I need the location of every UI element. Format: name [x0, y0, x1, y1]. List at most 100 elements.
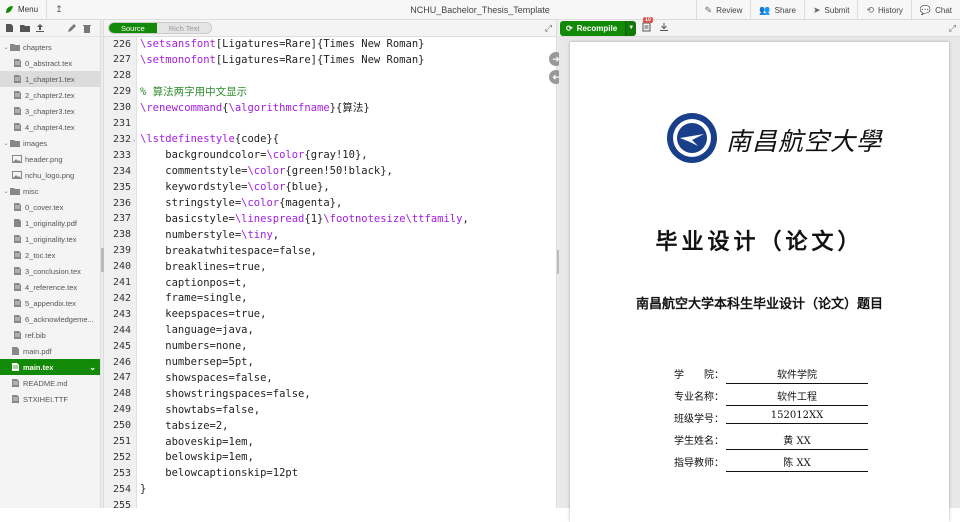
file-item[interactable]: 3_conclusion.tex	[0, 263, 100, 279]
file-label: 1_chapter1.tex	[25, 74, 75, 84]
chevron-down-icon[interactable]: ⌄	[2, 188, 10, 195]
file-item[interactable]: main.tex ⌄	[0, 359, 100, 375]
topbar-button-label: History	[877, 5, 903, 15]
code-text: belowskip=1em,	[140, 451, 254, 464]
cover-info-value: 陈 XX	[726, 454, 868, 472]
file-item[interactable]: 2_toc.tex	[0, 247, 100, 263]
line-number: 231	[112, 118, 131, 129]
code-text: showspaces=false,	[140, 371, 273, 384]
code-line: 233 backgroundcolor=\color{gray!10},	[104, 147, 556, 163]
cover-info-row: 班级学号： 152012XX	[674, 406, 874, 428]
file-icon	[12, 251, 22, 259]
recompile-dropdown-icon[interactable]: ▼	[625, 20, 637, 36]
file-menu-chevron-icon[interactable]: ⌄	[89, 363, 96, 372]
file-item[interactable]: ref.bib	[0, 327, 100, 343]
file-item[interactable]: STXIHEI.TTF	[0, 391, 100, 407]
code-text: \setsansfont[Ligatures=Rare]{Times New R…	[140, 38, 425, 50]
file-label: misc	[23, 186, 39, 196]
code-line: 235 keywordstyle=\color{blue},	[104, 179, 556, 195]
file-item[interactable]: 4_chapter4.tex	[0, 119, 100, 135]
file-icon	[12, 283, 22, 291]
chevron-down-icon[interactable]: ⌄	[2, 44, 10, 51]
file-item[interactable]: nchu_logo.png	[0, 167, 100, 183]
image-file-icon	[12, 155, 22, 163]
folder-item[interactable]: ⌄ images	[0, 135, 100, 151]
pdf-file-icon	[12, 219, 22, 227]
file-item[interactable]: 4_reference.tex	[0, 279, 100, 295]
share-button[interactable]: 👥 Share	[750, 0, 804, 20]
file-icon	[12, 107, 22, 115]
recompile-button[interactable]: ⟳ Recompile	[560, 20, 626, 36]
file-item[interactable]: 0_abstract.tex	[0, 55, 100, 71]
editor-mode-toggle: Source Rich Text	[108, 22, 213, 34]
file-item[interactable]: 1_originality.tex	[0, 231, 100, 247]
folder-item[interactable]: ⌄ chapters	[0, 39, 100, 55]
pdf-toolbar: ⟳ Recompile ▼ 10 ⤢	[559, 17, 960, 37]
source-toggle[interactable]: Source	[109, 23, 157, 33]
file-label: 3_chapter3.tex	[25, 106, 75, 116]
rename-icon[interactable]	[66, 23, 77, 34]
line-number: 253	[112, 467, 131, 479]
review-button[interactable]: ✎ Review	[695, 0, 751, 20]
topbar-button-label: Submit	[824, 5, 850, 15]
cover-info-row: 专业名称： 软件工程	[674, 384, 874, 406]
logs-icon[interactable]: 10	[642, 17, 653, 34]
file-label: 0_cover.tex	[25, 202, 64, 212]
download-pdf-icon[interactable]	[659, 22, 669, 34]
code-line: 243 keepspaces=true,	[104, 306, 556, 322]
code-line: 247 showspaces=false,	[104, 370, 556, 386]
new-folder-icon[interactable]	[19, 23, 30, 34]
code-text: tabsize=2,	[140, 419, 229, 432]
menu-button[interactable]: Menu	[0, 0, 48, 20]
file-icon	[12, 75, 22, 83]
code-editor[interactable]: 226 \setsansfont[Ligatures=Rare]{Times Ne…	[104, 37, 556, 508]
code-line: 236 stringstyle=\color{magenta},	[104, 195, 556, 211]
cover-info-value: 152012XX	[726, 410, 868, 424]
file-item[interactable]: 0_cover.tex	[0, 199, 100, 215]
code-text: breakatwhitespace=false,	[140, 244, 318, 257]
line-number: 238	[112, 229, 131, 241]
cover-info-label: 学生姓名：	[674, 436, 724, 447]
file-label: 5_appendix.tex	[25, 298, 76, 308]
folder-item[interactable]: ⌄ misc	[0, 183, 100, 199]
line-number: 244	[112, 324, 131, 336]
file-item[interactable]: 1_chapter1.tex	[0, 71, 100, 87]
file-list: ⌄ chapters 0_abstract.tex 1_chapter1.tex 2_c…	[0, 37, 100, 407]
chat-button[interactable]: 💬 Chat	[910, 0, 960, 20]
file-item[interactable]: README.md	[0, 375, 100, 391]
file-item[interactable]: 2_chapter2.tex	[0, 87, 100, 103]
chevron-down-icon[interactable]: ⌄	[2, 140, 10, 147]
code-text: % 算法两字用中文显示	[140, 86, 248, 99]
file-item[interactable]: 6_acknowledgeme...	[0, 311, 100, 327]
rich-text-toggle[interactable]: Rich Text	[156, 23, 212, 33]
fold-chevron-icon[interactable]: ⌄	[131, 136, 137, 143]
file-item[interactable]: header.png	[0, 151, 100, 167]
file-item[interactable]: 3_chapter3.tex	[0, 103, 100, 119]
file-label: 0_abstract.tex	[25, 58, 73, 68]
folder-icon	[10, 187, 20, 195]
delete-icon[interactable]	[81, 23, 92, 34]
code-text: aboveskip=1em,	[140, 435, 254, 448]
new-file-icon[interactable]	[4, 23, 15, 34]
line-number: 233	[112, 149, 131, 161]
file-item[interactable]: 5_appendix.tex	[0, 295, 100, 311]
submit-button[interactable]: ➤ Submit	[803, 0, 857, 20]
upload-icon[interactable]: ↥	[47, 0, 71, 20]
expand-editor-icon[interactable]: ⤢	[545, 23, 552, 34]
history-icon: ⟲	[866, 4, 874, 15]
history-button[interactable]: ⟲ History	[857, 0, 910, 20]
editor-toolbar: Source Rich Text ⤢	[104, 20, 556, 37]
line-number: 229	[112, 86, 131, 98]
pdf-viewer[interactable]: 南昌航空大學 毕业设计（论文） 南昌航空大学本科生毕业设计（论文）题目 学 院：…	[559, 37, 960, 522]
file-label: header.png	[25, 154, 63, 164]
cover-info-row: 指导教师：陈 XX	[674, 450, 874, 472]
code-line: 228	[104, 68, 556, 84]
code-line: 241 captionpos=t,	[104, 275, 556, 291]
upload-file-icon[interactable]	[34, 23, 45, 34]
expand-pdf-icon[interactable]: ⤢	[949, 23, 956, 34]
cover-info-value: 软件工程	[726, 388, 868, 406]
file-item[interactable]: 1_originality.pdf	[0, 215, 100, 231]
file-label: 3_conclusion.tex	[25, 266, 81, 276]
file-item[interactable]: main.pdf	[0, 343, 100, 359]
code-line: 232 ⌄ \lstdefinestyle{code}{	[104, 131, 556, 147]
